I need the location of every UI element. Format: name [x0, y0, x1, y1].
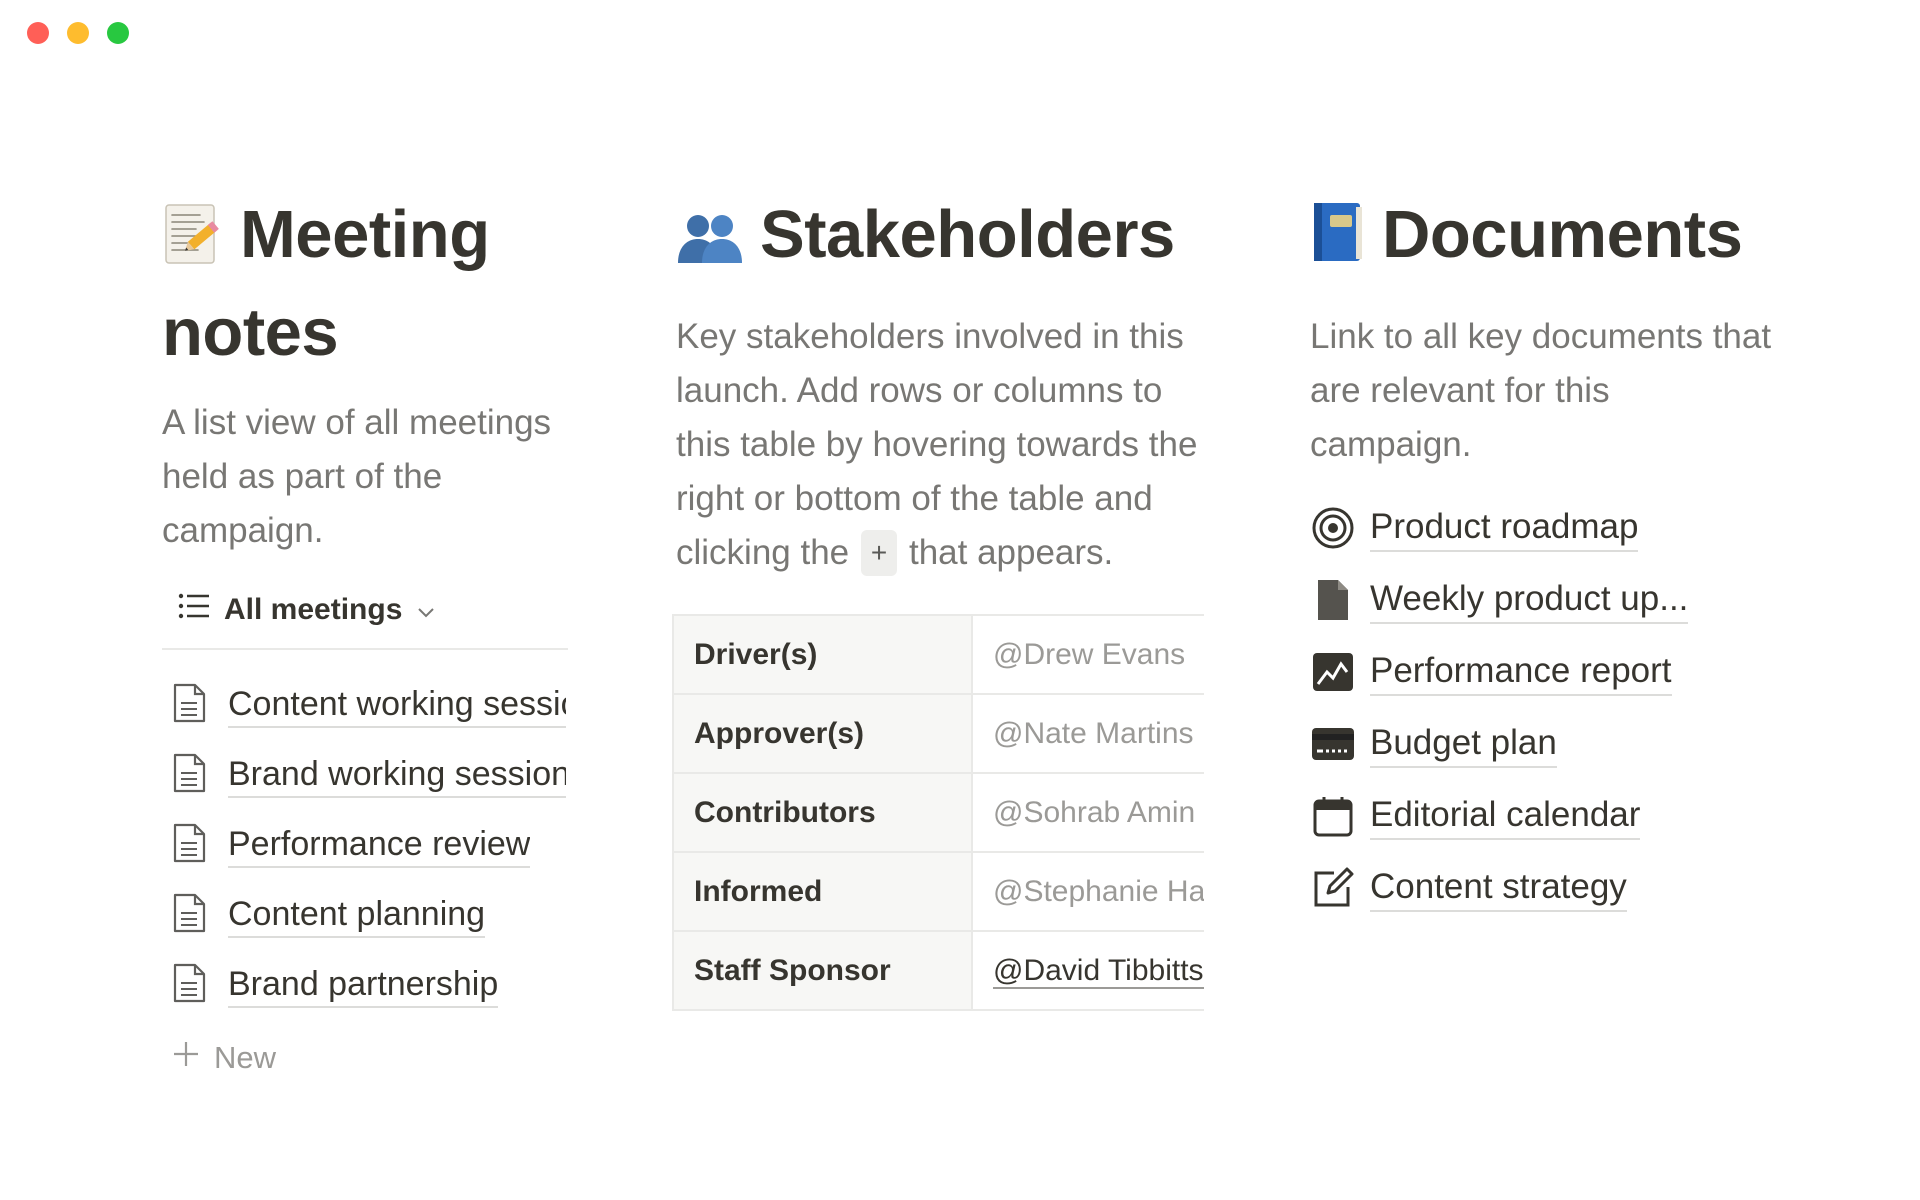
document-label: Weekly product up... — [1370, 576, 1689, 624]
meetings-list: Content working session Brand working se… — [162, 670, 568, 1020]
list-item[interactable]: Content planning — [162, 880, 568, 950]
new-label: New — [214, 1040, 277, 1075]
document-link[interactable]: Weekly product up... — [1310, 564, 1810, 636]
list-item[interactable]: Brand partnership — [162, 950, 568, 1020]
stakeholders-description: Key stakeholders involved in this launch.… — [676, 310, 1206, 580]
plus-icon — [172, 1040, 200, 1076]
documents-list: Product roadmap Weekly product up... Per… — [1310, 492, 1810, 924]
busts-in-silhouette-icon — [676, 198, 744, 288]
chart-icon — [1310, 649, 1356, 695]
document-link[interactable]: Content strategy — [1310, 852, 1810, 924]
row-key[interactable]: Staff Sponsor — [674, 930, 973, 1011]
document-label: Performance report — [1370, 648, 1672, 696]
document-icon — [172, 823, 212, 868]
table-row: Contributors @Sohrab Amin — [674, 772, 1204, 853]
row-value[interactable]: @David Tibbitts — [972, 930, 1204, 1011]
list-view-icon — [178, 592, 210, 628]
document-icon — [172, 963, 212, 1008]
row-key[interactable]: Informed — [674, 851, 973, 932]
list-item[interactable]: Brand working session — [162, 740, 568, 810]
meeting-notes-description: A list view of all meetings held as part … — [162, 403, 552, 550]
row-key[interactable]: Contributors — [674, 772, 973, 853]
memo-pencil-icon — [162, 198, 224, 288]
table-row: Driver(s) @Drew Evans — [674, 614, 1204, 695]
document-icon — [172, 753, 212, 798]
document-label: Product roadmap — [1370, 504, 1639, 552]
zoom-window-button[interactable] — [107, 22, 129, 44]
documents-title: Documents — [1310, 190, 1810, 288]
minimize-window-button[interactable] — [67, 22, 89, 44]
table-row: Approver(s) @Nate Martins — [674, 693, 1204, 774]
list-item[interactable]: Performance review — [162, 810, 568, 880]
row-value[interactable]: @Stephanie Ha — [972, 851, 1204, 932]
meeting-label: Content working session — [228, 682, 566, 728]
meeting-notes-title: Meeting notes — [162, 197, 490, 370]
row-key[interactable]: Approver(s) — [674, 693, 973, 774]
card-icon — [1310, 721, 1356, 767]
document-link[interactable]: Editorial calendar — [1310, 780, 1810, 852]
chevron-down-icon — [416, 593, 436, 627]
document-link[interactable]: Product roadmap — [1310, 492, 1810, 564]
calendar-icon — [1310, 793, 1356, 839]
documents-section: Documents Link to all key documents that… — [1310, 190, 1810, 924]
document-link[interactable]: Performance report — [1310, 636, 1810, 708]
meeting-label: Brand partnership — [228, 962, 499, 1008]
table-row: Informed @Stephanie Ha — [674, 851, 1204, 932]
close-window-button[interactable] — [27, 22, 49, 44]
list-item[interactable]: Content working session — [162, 670, 568, 740]
view-divider — [162, 648, 568, 650]
target-icon — [1310, 505, 1356, 551]
row-key[interactable]: Driver(s) — [674, 614, 973, 695]
window-controls — [27, 22, 129, 44]
meeting-notes-section: Meeting notes A list view of all meetings… — [162, 190, 568, 1090]
document-label: Budget plan — [1370, 720, 1557, 768]
document-link[interactable]: Budget plan — [1310, 708, 1810, 780]
stakeholders-table: Driver(s) @Drew Evans Approver(s) @Nate … — [672, 614, 1204, 1011]
document-label: Content strategy — [1370, 864, 1627, 912]
meeting-label: Content planning — [228, 892, 486, 938]
meeting-label: Performance review — [228, 822, 531, 868]
all-meetings-view-tab[interactable]: All meetings — [178, 586, 568, 634]
inline-plus-chip: + — [860, 530, 898, 576]
new-meeting-button[interactable]: New — [162, 1026, 568, 1090]
stakeholders-section: Stakeholders Key stakeholders involved i… — [672, 190, 1206, 1011]
edit-icon — [1310, 865, 1356, 911]
view-label: All meetings — [224, 593, 403, 626]
meeting-label: Brand working session — [228, 752, 566, 798]
mention-link[interactable]: @David Tibbitts — [993, 953, 1204, 989]
documents-description: Link to all key documents that are releva… — [1310, 317, 1772, 464]
document-label: Editorial calendar — [1370, 792, 1641, 840]
document-icon — [172, 893, 212, 938]
document-icon — [172, 683, 212, 728]
table-row: Staff Sponsor @David Tibbitts — [674, 930, 1204, 1011]
row-value[interactable]: @Nate Martins — [972, 693, 1204, 774]
row-value[interactable]: @Drew Evans — [972, 614, 1204, 695]
file-icon — [1310, 577, 1356, 623]
blue-book-icon — [1310, 198, 1366, 288]
row-value[interactable]: @Sohrab Amin — [972, 772, 1204, 853]
stakeholders-title: Stakeholders — [676, 190, 1206, 288]
